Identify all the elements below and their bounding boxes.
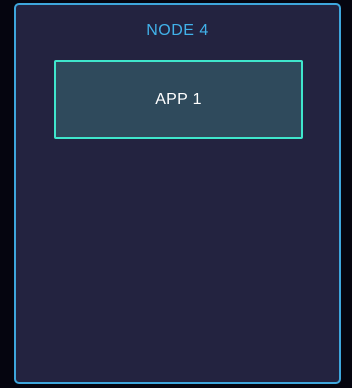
node-title: NODE 4 [146,22,209,39]
app-label: APP 1 [155,90,202,108]
app-box[interactable]: APP 1 [54,60,303,139]
node-card: NODE 4 APP 1 [14,3,341,384]
